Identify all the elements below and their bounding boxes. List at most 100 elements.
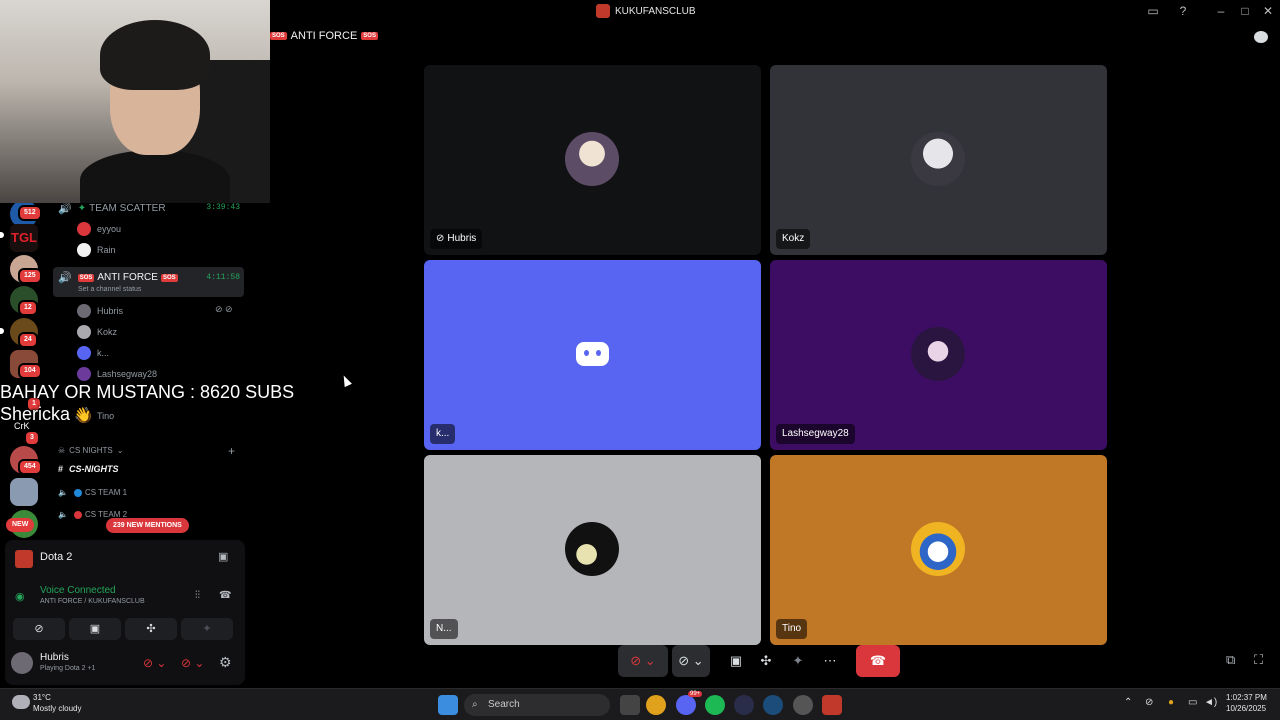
mention-badge: 454 bbox=[18, 459, 42, 475]
chat-icon[interactable] bbox=[1254, 31, 1268, 43]
member-row[interactable]: Kokz bbox=[77, 325, 117, 339]
windows-start-icon[interactable] bbox=[438, 695, 458, 715]
search-bar[interactable]: ⌕ Search bbox=[464, 694, 610, 716]
spotify-icon[interactable] bbox=[705, 695, 725, 715]
camera-button[interactable]: ⊘ bbox=[13, 618, 65, 640]
sos-badge: SOS bbox=[361, 32, 378, 40]
volume-icon[interactable]: ◄) bbox=[1204, 697, 1217, 708]
voice-channel-cs-team-1[interactable]: 🔈 CS TEAM 1 bbox=[58, 488, 127, 497]
member-row[interactable]: Rain bbox=[77, 243, 116, 257]
participant-tile-hubris[interactable]: ⊘ Hubris bbox=[424, 65, 761, 255]
hand-icon: 👋 bbox=[74, 406, 92, 422]
add-channel-icon[interactable]: + bbox=[228, 444, 235, 458]
dota-taskbar-icon[interactable] bbox=[822, 695, 842, 715]
avatar bbox=[77, 222, 91, 236]
member-row[interactable]: Lashsegway28 bbox=[77, 367, 157, 381]
new-mentions-pill[interactable]: 239 NEW MENTIONS bbox=[106, 518, 189, 533]
steam-icon[interactable] bbox=[763, 695, 783, 715]
participant-tile-lashsegway28[interactable]: Lashsegway28 bbox=[770, 260, 1107, 450]
mic-muted-icon[interactable]: ⊘ ⌄ bbox=[143, 656, 166, 670]
noise-suppression-icon[interactable]: ⫶⫶ bbox=[195, 590, 200, 601]
tray-app-icon[interactable]: ⊘ bbox=[1145, 697, 1153, 708]
avatar bbox=[565, 132, 619, 186]
search-icon: ⌕ bbox=[472, 699, 478, 710]
signal-icon: ◉ bbox=[15, 591, 25, 603]
clock-date[interactable]: 10/26/2025 bbox=[1226, 704, 1266, 713]
member-row[interactable]: Hubris bbox=[77, 304, 123, 318]
avatar bbox=[77, 325, 91, 339]
category-cs-nights[interactable]: ☠ CS NIGHTS ⌄ bbox=[58, 446, 123, 455]
channel-title: ANTI FORCE bbox=[290, 30, 358, 42]
tray-chevron-icon[interactable]: ⌃ bbox=[1124, 697, 1132, 708]
avatar bbox=[77, 346, 91, 360]
member-row[interactable]: k... bbox=[77, 346, 109, 360]
username[interactable]: Hubris bbox=[40, 652, 69, 663]
call-timer: 4:11:58 bbox=[206, 273, 240, 282]
participant-tile-kokz[interactable]: Kokz bbox=[770, 65, 1107, 255]
voice-status[interactable]: Voice Connected bbox=[40, 585, 116, 596]
avatar bbox=[911, 522, 965, 576]
maximize-icon[interactable]: □ bbox=[1237, 3, 1253, 19]
screen-share-icon[interactable]: ▣ bbox=[218, 550, 228, 563]
name-tag: N... bbox=[430, 619, 458, 639]
mouse-cursor bbox=[340, 373, 352, 388]
voice-location[interactable]: ANTI FORCE / KUKUFANSCLUB bbox=[40, 598, 145, 605]
server-icon[interactable] bbox=[10, 478, 38, 506]
help-icon[interactable]: ? bbox=[1175, 3, 1191, 19]
voice-channel-team-scatter[interactable]: 🔊 ✦ TEAM SCATTER bbox=[58, 202, 166, 215]
disconnect-icon[interactable]: ☎ bbox=[219, 590, 231, 601]
activities-button[interactable]: ✣ bbox=[125, 618, 177, 640]
unread-indicator bbox=[0, 328, 4, 334]
member-row[interactable]: eyyou bbox=[77, 222, 121, 236]
minimize-icon[interactable]: – bbox=[1213, 3, 1229, 19]
task-view-icon[interactable] bbox=[620, 695, 640, 715]
camera-toggle[interactable]: ⊘ ⌄ bbox=[672, 645, 710, 677]
dota-icon bbox=[15, 550, 33, 568]
participant-tile-n[interactable]: N... bbox=[424, 455, 761, 645]
discord-logo-eye bbox=[596, 350, 601, 356]
close-icon[interactable]: ✕ bbox=[1260, 3, 1276, 19]
new-badge[interactable]: NEW bbox=[6, 518, 35, 532]
activities-icon[interactable]: ✣ bbox=[754, 645, 778, 677]
fullscreen-icon[interactable]: ⛶ bbox=[1254, 652, 1263, 668]
more-options-icon[interactable]: ⋯ bbox=[818, 645, 842, 677]
deafen-icon[interactable]: ⊘ ⌄ bbox=[181, 656, 204, 670]
taskbar: 31°C Mostly cloudy ⌕ Search 99+ ⌃ ⊘ ● ▭ … bbox=[0, 688, 1280, 720]
user-avatar[interactable] bbox=[11, 652, 33, 674]
skull-icon: ☠ bbox=[58, 446, 66, 455]
popout-icon[interactable]: ⧉ bbox=[1226, 652, 1235, 668]
muted-icons: ⊘ ⊘ bbox=[215, 304, 233, 314]
window-title: KUKUFANSCLUB bbox=[596, 4, 696, 18]
inbox-icon[interactable]: ▭ bbox=[1145, 3, 1161, 19]
clock-time[interactable]: 1:02:37 PM bbox=[1226, 693, 1267, 702]
mention-badge: 512 bbox=[18, 205, 42, 221]
participant-tile-tino[interactable]: Tino bbox=[770, 455, 1107, 645]
chrome-icon[interactable] bbox=[646, 695, 666, 715]
avatar bbox=[77, 304, 91, 318]
channel-status[interactable]: Set a channel status bbox=[78, 286, 141, 293]
weather-icon[interactable] bbox=[12, 695, 30, 709]
app-icon[interactable] bbox=[734, 695, 754, 715]
leave-call-button[interactable]: ☎ bbox=[856, 645, 900, 677]
mention-badge: 125 bbox=[18, 268, 42, 284]
hash-icon: # bbox=[58, 464, 64, 474]
avatar bbox=[565, 522, 619, 576]
mic-icon[interactable]: ● bbox=[1168, 697, 1174, 708]
soundboard-button[interactable]: ✦ bbox=[181, 618, 233, 640]
hair bbox=[100, 20, 210, 90]
server-logo-icon bbox=[596, 4, 610, 18]
soundboard-icon[interactable]: ✦ bbox=[786, 645, 810, 677]
share-screen-icon[interactable]: ▣ bbox=[724, 645, 748, 677]
mute-toggle[interactable]: ⊘ ⌄ bbox=[618, 645, 668, 677]
participant-tile-k[interactable]: k... bbox=[424, 260, 761, 450]
tgl-server-icon[interactable]: TGL bbox=[10, 224, 38, 252]
channel-header: SOS ANTI FORCE SOS bbox=[270, 30, 378, 42]
display-icon[interactable]: ▭ bbox=[1188, 697, 1197, 708]
share-screen-button[interactable]: ▣ bbox=[69, 618, 121, 640]
text-channel-cs-nights[interactable]: # CS-NIGHTS bbox=[58, 464, 119, 474]
obs-icon[interactable] bbox=[793, 695, 813, 715]
discord-icon[interactable] bbox=[676, 695, 696, 715]
user-activity: Playing Dota 2 +1 bbox=[40, 665, 96, 672]
team-dot-icon bbox=[73, 488, 82, 497]
settings-gear-icon[interactable]: ⚙ bbox=[219, 654, 232, 671]
